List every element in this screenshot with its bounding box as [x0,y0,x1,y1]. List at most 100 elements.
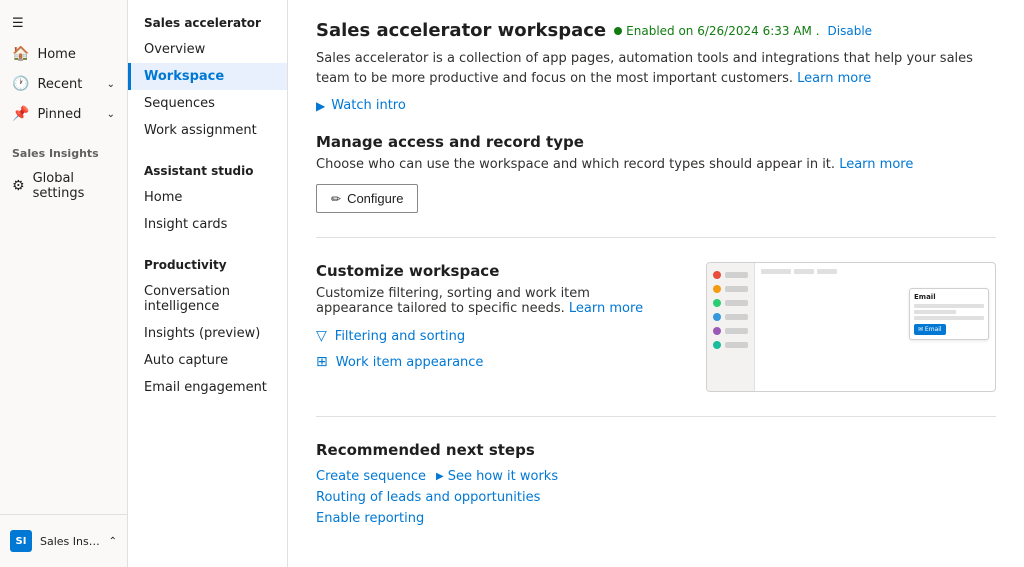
nav-item-recent[interactable]: 🕐 Recent ⌄ [0,69,127,99]
preview-line-2 [725,286,748,292]
main-content: Sales accelerator workspace Enabled on 6… [288,0,1024,567]
see-how-label: See how it works [448,469,558,484]
mid-nav-section-title-sales-accelerator: Sales accelerator [128,12,287,36]
mid-nav-item-insights-preview[interactable]: Insights (preview) [128,320,287,347]
global-settings-label: Global settings [33,171,115,201]
preview-email-line-2 [914,310,956,314]
work-item-appearance-label: Work item appearance [336,355,484,370]
preview-line-5 [725,328,748,334]
preview-sidebar [707,263,755,391]
nav-item-global-settings[interactable]: ⚙ Global settings [0,164,127,208]
preview-box: Email ✉ Email [706,262,996,392]
preview-email-title: Email [914,293,984,301]
preview-dot-row-1 [713,271,748,279]
watch-intro-label: Watch intro [331,98,406,113]
manage-access-section: Manage access and record type Choose who… [316,133,996,238]
preview-dot-blue [713,313,721,321]
manage-access-title: Manage access and record type [316,133,996,151]
mid-nav-item-assistant-home[interactable]: Home [128,184,287,211]
hamburger-menu[interactable]: ☰ [0,8,127,39]
configure-button[interactable]: ✏ Configure [316,184,418,213]
preview-dot-orange [713,285,721,293]
play-icon: ▶ [316,99,325,113]
mid-nav-section-title-productivity: Productivity [128,254,287,278]
sales-insights-section-label: Sales Insights [0,137,127,164]
mid-nav-item-insight-cards[interactable]: Insight cards [128,211,287,238]
create-sequence-link[interactable]: Create sequence [316,469,426,484]
watch-intro-link[interactable]: ▶ Watch intro [316,98,996,113]
mid-nav-item-email-engagement[interactable]: Email engagement [128,374,287,401]
mid-nav-item-work-assignment[interactable]: Work assignment [128,117,287,144]
preview-line-3 [725,300,748,306]
preview-dot-purple [713,327,721,335]
nav-item-recent-label: Recent [37,77,82,92]
page-title: Sales accelerator workspace [316,20,606,41]
enabled-dot [614,27,622,35]
grid-icon: ⊞ [316,354,328,370]
mid-nav-section-assistant-studio: Assistant studio Home Insight cards [128,160,287,238]
preview-dot-row-2 [713,285,748,293]
customize-row: Customize workspace Customize filtering,… [316,262,996,392]
routing-link[interactable]: Routing of leads and opportunities [316,490,540,505]
filtering-sorting-label: Filtering and sorting [335,329,465,344]
mid-nav-item-workspace[interactable]: Workspace [128,63,287,90]
hamburger-icon: ☰ [12,16,24,31]
preview-dot-row-4 [713,313,748,321]
customize-learn-more-link[interactable]: Learn more [569,301,643,316]
manage-access-desc: Choose who can use the workspace and whi… [316,157,916,172]
nav-item-home[interactable]: 🏠 Home [0,39,127,69]
disable-link[interactable]: Disable [828,24,873,38]
customize-workspace-title: Customize workspace [316,262,666,280]
chevron-down-icon: ⌄ [107,109,115,120]
work-item-appearance-link[interactable]: ⊞ Work item appearance [316,354,666,370]
customize-actions: ▽ Filtering and sorting ⊞ Work item appe… [316,328,666,370]
recent-icon: 🕐 [12,76,29,92]
chevron-down-icon: ⌄ [107,79,115,90]
next-steps-links: Create sequence ▶ See how it works Routi… [316,469,996,526]
mid-nav-item-overview[interactable]: Overview [128,36,287,63]
next-step-row-reporting: Enable reporting [316,511,996,526]
filtering-sorting-link[interactable]: ▽ Filtering and sorting [316,328,666,344]
see-how-it-works-link[interactable]: ▶ See how it works [436,469,558,484]
mid-nav-section-title-assistant-studio: Assistant studio [128,160,287,184]
manage-access-learn-more-link[interactable]: Learn more [839,157,913,172]
configure-label: Configure [347,191,403,206]
preview-email-lines [914,304,984,320]
preview-dot-row-3 [713,299,748,307]
enabled-badge: Enabled on 6/26/2024 6:33 AM . [614,24,819,38]
preview-email-card: Email ✉ Email [909,288,989,340]
preview-dot-green [713,299,721,307]
pin-icon: 📌 [12,106,29,122]
nav-item-pinned-label: Pinned [37,107,81,122]
next-steps-title: Recommended next steps [316,441,996,459]
filter-icon: ▽ [316,328,327,344]
mid-nav-item-auto-capture[interactable]: Auto capture [128,347,287,374]
preview-dot-row-5 [713,327,748,335]
nav-item-pinned[interactable]: 📌 Pinned ⌄ [0,99,127,129]
workspace-preview: Email ✉ Email [706,262,996,392]
preview-dot-row-6 [713,341,748,349]
mid-nav-item-sequences[interactable]: Sequences [128,90,287,117]
preview-email-button: ✉ Email [914,324,946,335]
customize-workspace-section: Customize workspace Customize filtering,… [316,262,996,417]
preview-email-container: Email ✉ Email [761,288,989,340]
preview-toolbar-item-1 [761,269,791,274]
preview-dot-teal [713,341,721,349]
preview-main: Email ✉ Email [755,263,995,391]
page-description: Sales accelerator is a collection of app… [316,49,996,88]
sales-insights-settings-item[interactable]: SI Sales Insights sett... ⌃ [0,523,127,559]
preview-dot-red [713,271,721,279]
description-learn-more-link[interactable]: Learn more [797,71,871,86]
chevron-up-icon: ⌃ [109,536,117,547]
enable-reporting-link[interactable]: Enable reporting [316,511,424,526]
pencil-icon: ✏ [331,192,341,206]
gear-icon: ⚙ [12,178,25,194]
customize-left: Customize workspace Customize filtering,… [316,262,666,370]
preview-toolbar [761,269,989,274]
play-small-icon: ▶ [436,471,444,482]
si-badge: SI [10,530,32,552]
mid-nav-item-conversation-intelligence[interactable]: Conversation intelligence [128,278,287,320]
preview-line-1 [725,272,748,278]
si-settings-label: Sales Insights sett... [40,535,101,548]
mid-nav-section-sales-accelerator: Sales accelerator Overview Workspace Seq… [128,12,287,144]
